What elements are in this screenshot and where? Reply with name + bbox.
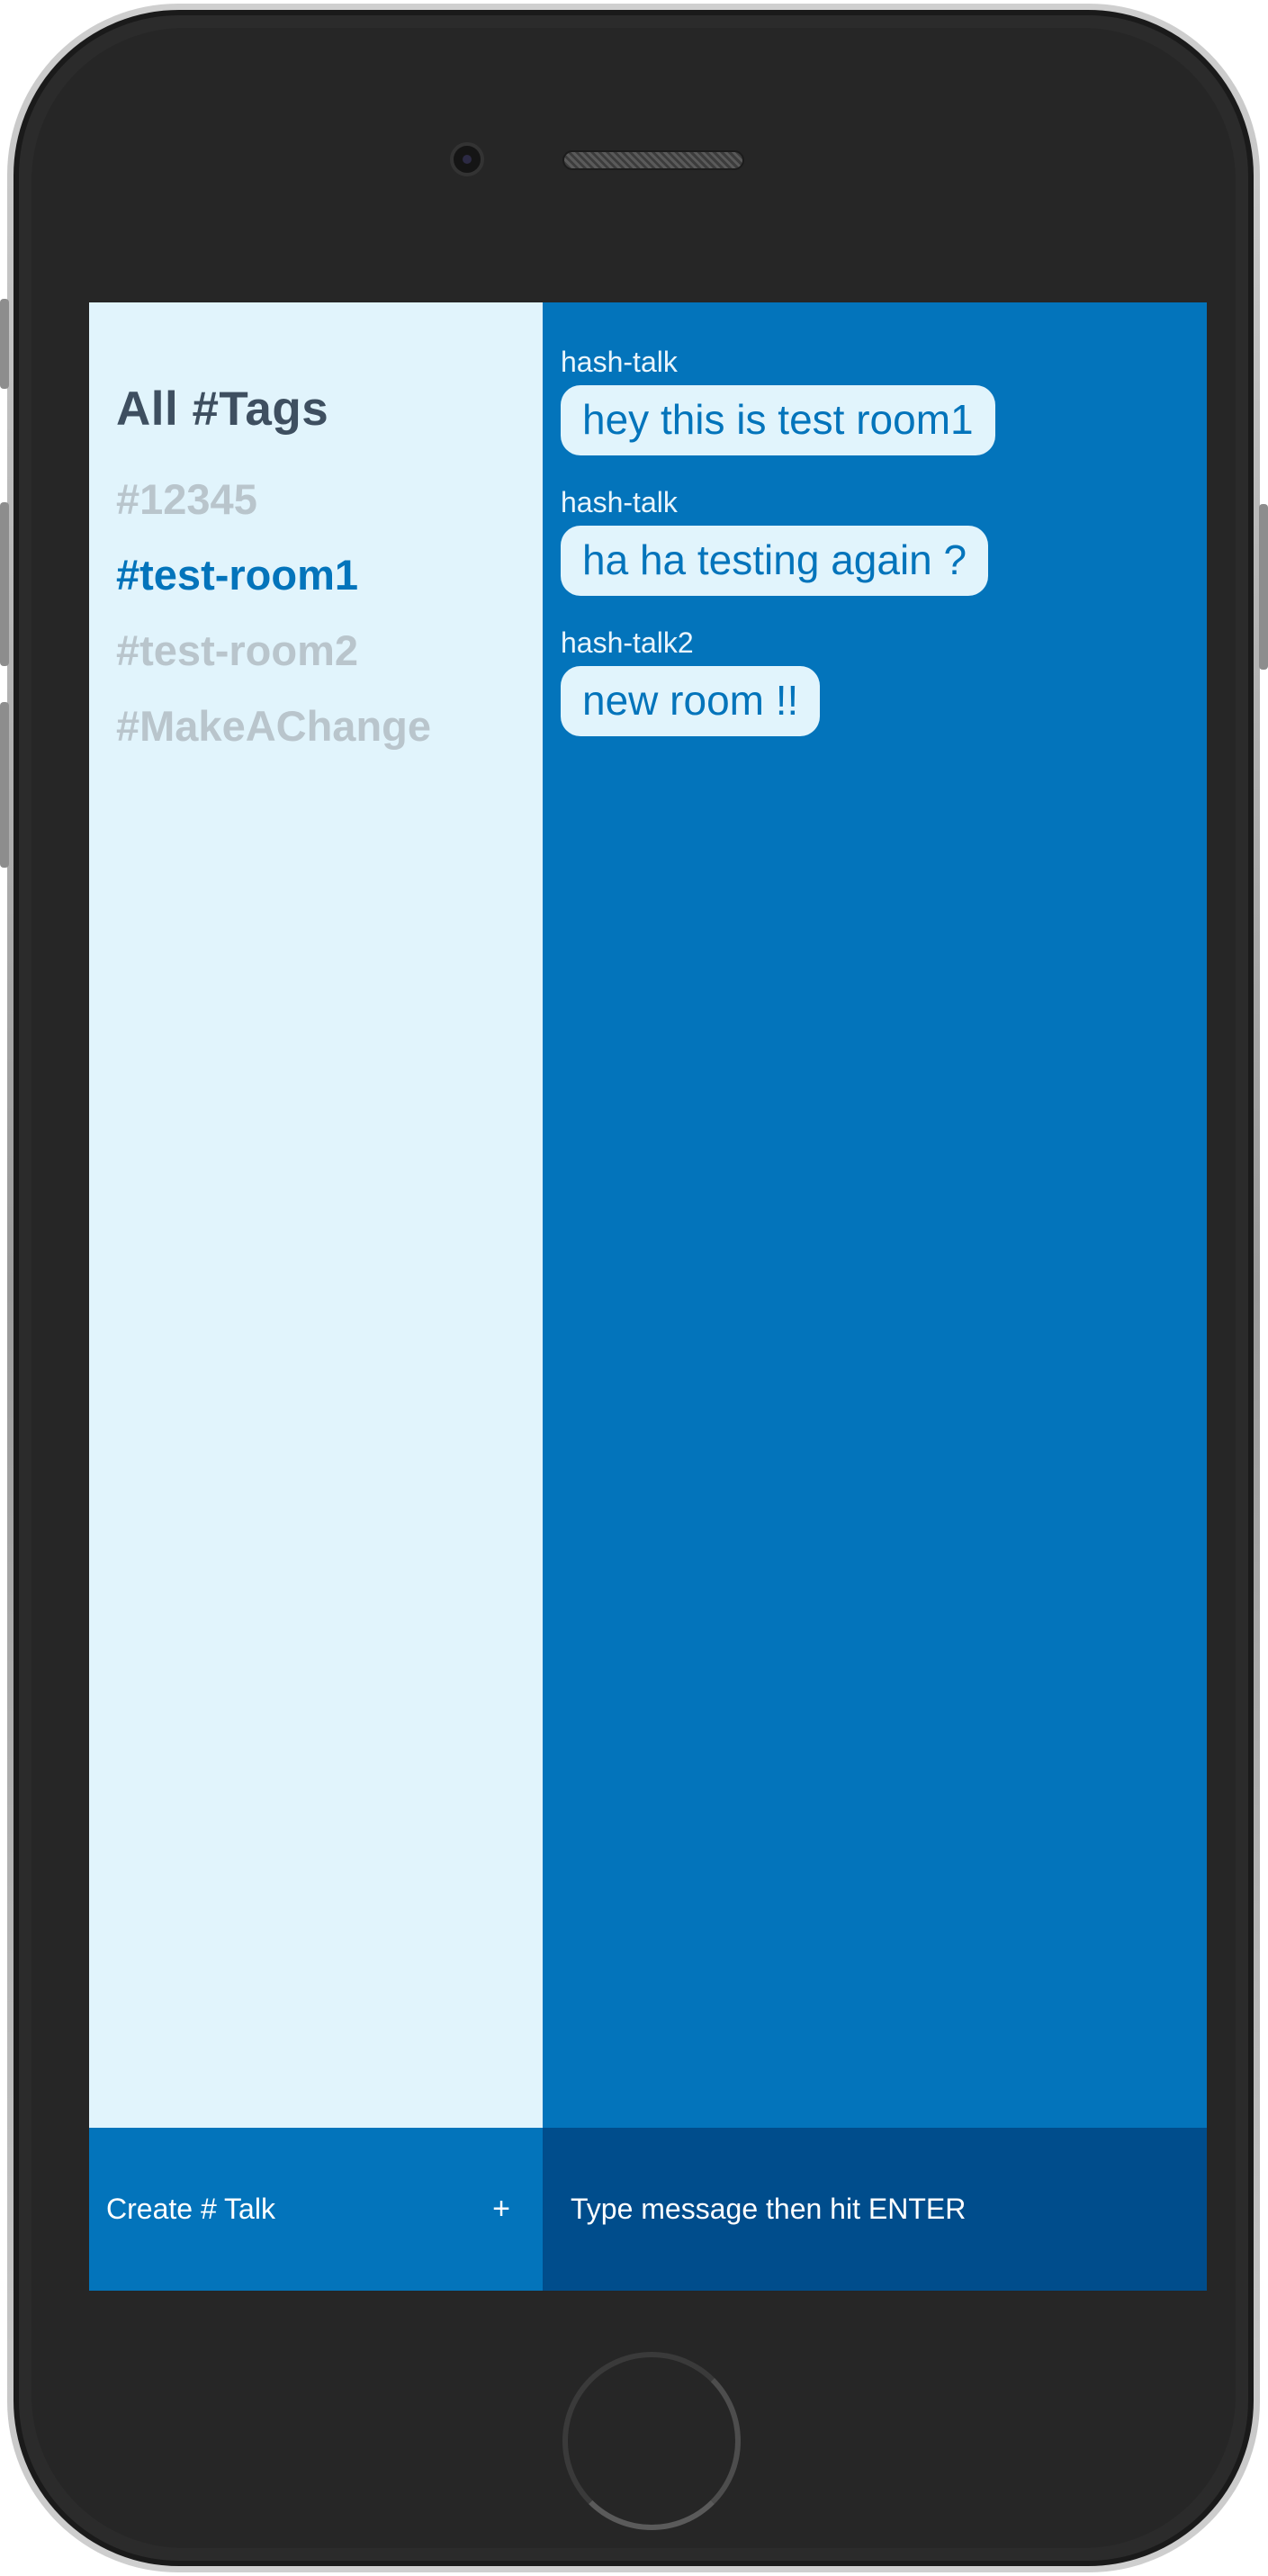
tags-sidebar: All #Tags #12345 #test-room1 #test-room2… — [89, 302, 543, 2128]
message-bubble: new room !! — [561, 666, 821, 736]
message: hash-talk ha ha testing again ? — [561, 486, 1189, 596]
message-input-area — [543, 2128, 1207, 2291]
phone-frame: All #Tags #12345 #test-room1 #test-room2… — [7, 4, 1260, 2572]
app-screen: All #Tags #12345 #test-room1 #test-room2… — [89, 302, 1207, 2291]
mute-switch — [0, 299, 9, 389]
sidebar-title: All #Tags — [116, 383, 329, 436]
message-bubble: hey this is test room1 — [561, 385, 995, 455]
app-footer: Create # Talk + — [89, 2128, 1207, 2291]
create-talk-label: Create # Talk — [106, 2193, 275, 2225]
plus-icon[interactable]: + — [492, 2192, 510, 2227]
volume-up-button — [0, 502, 9, 666]
tag-item-test-room1[interactable]: #test-room1 — [116, 550, 516, 599]
tag-item-test-room2[interactable]: #test-room2 — [116, 626, 516, 675]
message-input[interactable] — [571, 2193, 1179, 2226]
message-sender: hash-talk — [561, 486, 678, 518]
volume-down-button — [0, 702, 9, 868]
phone-body: All #Tags #12345 #test-room1 #test-room2… — [13, 10, 1254, 2566]
create-talk-button[interactable]: Create # Talk + — [89, 2128, 543, 2291]
power-button — [1259, 504, 1268, 670]
message-sender: hash-talk — [561, 346, 678, 378]
tag-item-makeachange[interactable]: #MakeAChange — [116, 701, 516, 751]
app-main: All #Tags #12345 #test-room1 #test-room2… — [89, 302, 1207, 2128]
message-bubble: ha ha testing again ? — [561, 526, 989, 596]
message-sender: hash-talk2 — [561, 626, 694, 659]
home-button-icon[interactable] — [562, 2352, 741, 2530]
earpiece-speaker-icon — [562, 150, 744, 170]
tag-item-12345[interactable]: #12345 — [116, 474, 516, 524]
front-camera-icon — [450, 142, 484, 176]
chat-panel: hash-talk hey this is test room1 hash-ta… — [543, 302, 1207, 2128]
message: hash-talk hey this is test room1 — [561, 346, 1189, 455]
message: hash-talk2 new room !! — [561, 626, 1189, 736]
